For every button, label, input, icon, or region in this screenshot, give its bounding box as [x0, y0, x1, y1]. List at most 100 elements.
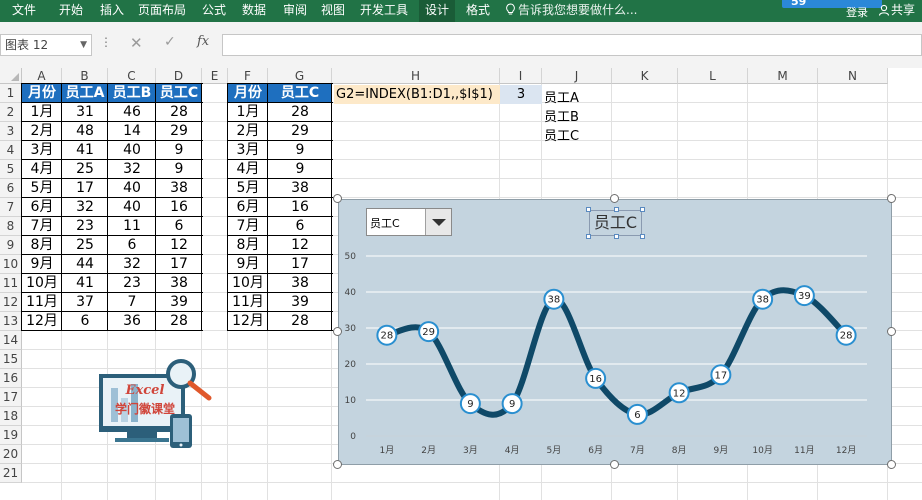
formula-note-cell[interactable]: G2=INDEX(B1:D1,,$I$1) [334, 85, 500, 104]
table-cell[interactable]: 4月 [228, 160, 268, 179]
column-header[interactable]: B [62, 68, 108, 84]
title-handle[interactable] [640, 207, 645, 212]
row-header[interactable]: 15 [0, 350, 22, 369]
more-options-icon[interactable]: ⋮ [100, 35, 112, 49]
cancel-icon[interactable]: ✕ [130, 34, 143, 52]
table-cell[interactable]: 29 [156, 122, 202, 141]
row-header[interactable]: 20 [0, 445, 22, 464]
tell-me-search[interactable]: 告诉我您想要做什么... [505, 0, 637, 22]
table-cell[interactable]: 7 [108, 293, 156, 312]
column-header[interactable]: C [108, 68, 156, 84]
table-cell[interactable]: 32 [108, 160, 156, 179]
index-value-cell[interactable]: 3 [500, 85, 542, 104]
table-cell[interactable]: 9 [268, 160, 332, 179]
tab-format[interactable]: 格式 [466, 0, 490, 22]
table-cell[interactable]: 23 [108, 274, 156, 293]
row-header[interactable]: 11 [0, 274, 22, 293]
table-cell[interactable]: 16 [156, 198, 202, 217]
list-item[interactable]: 员工A [544, 87, 579, 106]
row-header[interactable]: 10 [0, 255, 22, 274]
table-cell[interactable]: 4月 [22, 160, 62, 179]
tab-home[interactable]: 开始 [59, 0, 83, 22]
table-cell[interactable]: 40 [108, 198, 156, 217]
select-all-corner[interactable] [0, 68, 22, 84]
source-header-cell[interactable]: 月份 [22, 84, 62, 103]
row-header[interactable]: 16 [0, 369, 22, 388]
table-cell[interactable]: 5月 [228, 179, 268, 198]
chevron-down-icon[interactable]: ▼ [80, 35, 87, 55]
column-header[interactable]: E [202, 68, 228, 84]
table-cell[interactable]: 7月 [228, 217, 268, 236]
table-cell[interactable]: 6 [108, 236, 156, 255]
table-cell[interactable]: 14 [108, 122, 156, 141]
table-cell[interactable]: 28 [156, 312, 202, 331]
row-header[interactable]: 17 [0, 388, 22, 407]
table-cell[interactable]: 3月 [22, 141, 62, 160]
table-cell[interactable]: 39 [268, 293, 332, 312]
row-header[interactable]: 9 [0, 236, 22, 255]
row-header[interactable]: 21 [0, 464, 22, 483]
table-cell[interactable]: 28 [156, 103, 202, 122]
resize-handle[interactable] [887, 194, 896, 203]
tab-developer[interactable]: 开发工具 [360, 0, 408, 22]
table-cell[interactable]: 17 [62, 179, 108, 198]
table-cell[interactable]: 12 [268, 236, 332, 255]
row-header[interactable]: 1 [0, 84, 22, 103]
table-cell[interactable]: 12月 [22, 312, 62, 331]
resize-handle[interactable] [610, 460, 619, 469]
table-cell[interactable]: 6月 [22, 198, 62, 217]
row-header[interactable]: 8 [0, 217, 22, 236]
insert-function-button[interactable]: fx [197, 34, 209, 49]
table-cell[interactable]: 38 [268, 179, 332, 198]
resize-handle[interactable] [887, 460, 896, 469]
row-header[interactable]: 14 [0, 331, 22, 350]
helper-header-cell[interactable]: 月份 [228, 84, 268, 103]
column-header[interactable]: F [228, 68, 268, 84]
name-box[interactable]: 图表 12 ▼ [0, 34, 92, 56]
title-handle[interactable] [586, 234, 591, 239]
table-cell[interactable]: 23 [62, 217, 108, 236]
table-cell[interactable]: 44 [62, 255, 108, 274]
table-cell[interactable]: 3月 [228, 141, 268, 160]
table-cell[interactable]: 25 [62, 160, 108, 179]
table-cell[interactable]: 16 [268, 198, 332, 217]
table-cell[interactable]: 10月 [22, 274, 62, 293]
table-cell[interactable]: 6 [156, 217, 202, 236]
table-cell[interactable]: 9 [268, 141, 332, 160]
chevron-down-icon[interactable] [425, 209, 451, 235]
table-cell[interactable]: 41 [62, 141, 108, 160]
row-header[interactable]: 4 [0, 141, 22, 160]
employee-dropdown[interactable]: 员工C [366, 208, 452, 236]
table-cell[interactable]: 10月 [228, 274, 268, 293]
table-cell[interactable]: 9 [156, 160, 202, 179]
list-item[interactable]: 员工B [544, 106, 579, 125]
tab-review[interactable]: 审阅 [283, 0, 307, 22]
worksheet-grid[interactable]: 21 20 19 18 17 16 15 14 13 12 11 10 9 8 7 6 5 4 3 2 1 N M L K J I H… [0, 68, 922, 500]
column-header[interactable]: J [542, 68, 612, 84]
table-cell[interactable]: 48 [62, 122, 108, 141]
table-cell[interactable]: 28 [268, 312, 332, 331]
table-cell[interactable]: 29 [268, 122, 332, 141]
table-cell[interactable]: 32 [62, 198, 108, 217]
row-header[interactable]: 6 [0, 179, 22, 198]
table-cell[interactable]: 39 [156, 293, 202, 312]
column-header[interactable]: D [156, 68, 202, 84]
resize-handle[interactable] [887, 327, 896, 336]
tab-insert[interactable]: 插入 [100, 0, 124, 22]
tab-formulas[interactable]: 公式 [202, 0, 226, 22]
resize-handle[interactable] [333, 327, 342, 336]
enter-check-icon[interactable]: ✓ [164, 34, 176, 50]
table-cell[interactable]: 12月 [228, 312, 268, 331]
row-header[interactable]: 19 [0, 426, 22, 445]
table-cell[interactable]: 11月 [22, 293, 62, 312]
row-header[interactable]: 2 [0, 103, 22, 122]
table-cell[interactable]: 40 [108, 179, 156, 198]
tab-design[interactable]: 设计 [419, 0, 456, 22]
table-cell[interactable]: 6月 [228, 198, 268, 217]
table-cell[interactable]: 46 [108, 103, 156, 122]
login-link[interactable]: 登录 [846, 4, 868, 20]
table-cell[interactable]: 1月 [228, 103, 268, 122]
table-cell[interactable]: 36 [108, 312, 156, 331]
table-cell[interactable]: 2月 [228, 122, 268, 141]
table-cell[interactable]: 9月 [228, 255, 268, 274]
